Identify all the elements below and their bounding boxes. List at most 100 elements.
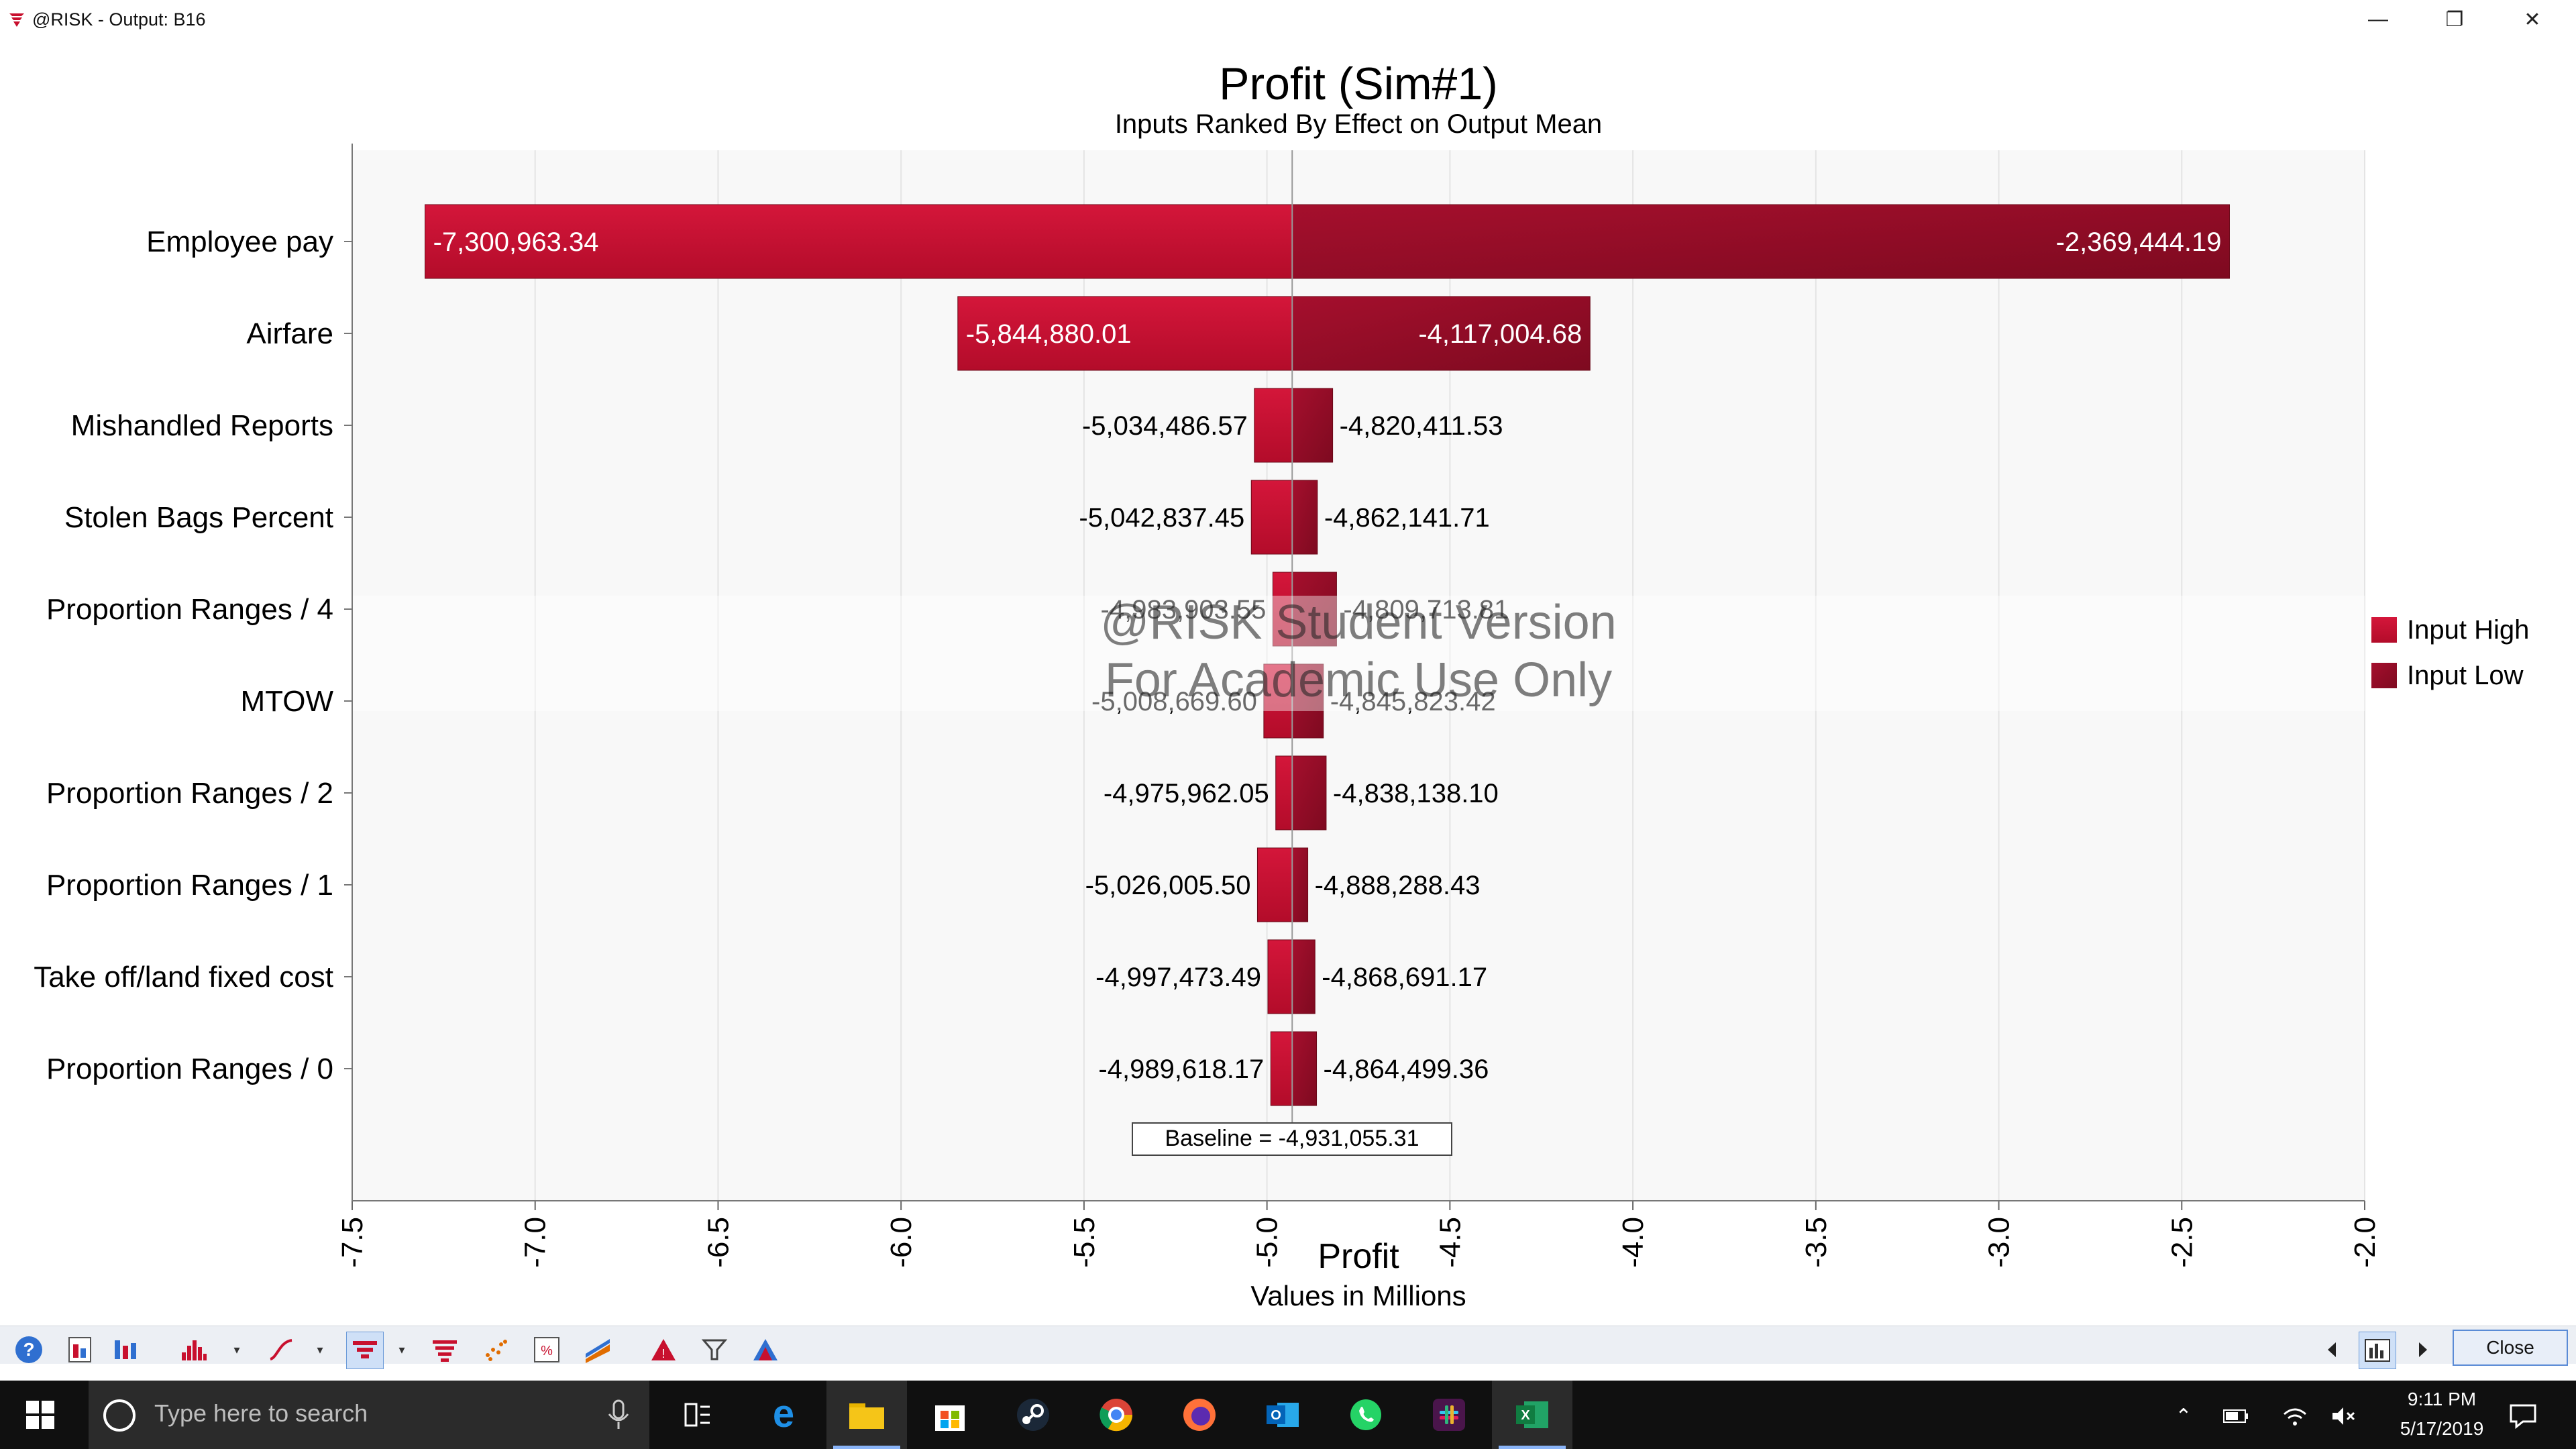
microphone-icon[interactable] [605,1399,632,1432]
baseline-box: Baseline = -4,931,055.31 [1132,1122,1452,1156]
tornado-dropdown-icon[interactable]: ▾ [393,1332,411,1368]
window-title: @RISK - Output: B16 [32,9,206,30]
svg-text:?: ? [23,1339,34,1360]
baseline-label: Baseline = -4,931,055.31 [1165,1126,1419,1151]
next-arrow-icon[interactable] [2404,1332,2440,1368]
tornado-icon[interactable] [346,1332,384,1369]
clock-date[interactable]: 5/17/2019 [2375,1418,2509,1440]
category-label: Employee pay [146,225,333,258]
trend-icon[interactable] [580,1332,616,1368]
x-tick-label: -3.5 [1800,1217,1833,1268]
watermark: @RISK Student Version For Academic Use O… [352,596,2365,711]
x-tick-label: -6.5 [702,1217,735,1268]
bar-segment-low [1291,480,1318,555]
warning-icon[interactable]: ! [645,1332,682,1368]
steam-icon[interactable] [993,1381,1073,1449]
bar-low-value-label: -5,844,880.01 [966,319,1132,349]
chrome-icon[interactable] [1076,1381,1157,1449]
x-tick-label: -4.0 [1617,1217,1650,1268]
legend-label-high: Input High [2407,615,2529,645]
bar-segment-low [1291,1031,1318,1106]
file-explorer-icon[interactable] [826,1381,907,1449]
toolbar: ? ▾ ▾ ▾ % ! [0,1326,2576,1369]
tornado-chart: Profit (Sim#1) Inputs Ranked By Effect o… [34,58,2529,1311]
bar-low-value-label: -5,034,486.57 [1082,411,1248,441]
help-icon[interactable]: ? [11,1332,47,1368]
close-button[interactable]: Close [2453,1330,2568,1366]
task-view-icon[interactable] [657,1381,738,1449]
bar-segment-high [1270,1031,1293,1106]
x-axis-units: Values in Millions [1250,1280,1466,1311]
category-label: Proportion Ranges / 1 [46,869,333,902]
report-icon[interactable] [62,1332,98,1368]
volume-muted-icon[interactable] [2325,1398,2361,1434]
line-graph-icon[interactable] [263,1332,299,1368]
watermark-line-2: For Academic Use Only [1105,653,1612,707]
active-indicator [833,1446,900,1449]
legend: Input High Input Low [2371,615,2529,690]
spider-icon[interactable] [427,1332,463,1368]
outlook-icon[interactable]: O [1242,1381,1323,1449]
percentile-icon[interactable]: % [529,1332,565,1368]
bar-segment-high [1254,388,1293,463]
svg-text:%: % [541,1344,553,1358]
bar-segment-high [1275,755,1293,830]
battery-icon[interactable] [2218,1398,2254,1434]
category-label: Proportion Ranges / 4 [46,593,333,626]
title-bar: @RISK - Output: B16 — ❐ ✕ [0,0,2576,39]
window-close-button[interactable]: ✕ [2496,0,2569,39]
bar-high-value-label: -2,369,444.19 [2056,227,2222,257]
scatter-icon[interactable] [478,1332,514,1368]
bar-high-value-label: -4,868,691.17 [1322,963,1487,992]
filter-icon[interactable] [696,1332,733,1368]
bar-segment-low [1291,755,1327,830]
edge-icon[interactable]: e [743,1381,824,1449]
bar-segment-low [1291,388,1334,463]
x-axis-title: Profit [1318,1237,1399,1276]
chart-icon[interactable] [107,1332,144,1368]
line-graph-dropdown-icon[interactable]: ▾ [311,1332,329,1368]
search-icon [103,1399,136,1432]
category-label: Airfare [246,317,333,350]
bar-low-value-label: -5,026,005.50 [1085,871,1251,900]
tray-chevron-icon[interactable]: ⌃ [2165,1398,2202,1434]
svg-text:X: X [1521,1408,1530,1423]
svg-text:O: O [1271,1408,1281,1423]
x-tick-label: -5.0 [1251,1217,1284,1268]
legend-label-low: Input Low [2407,661,2524,690]
x-tick-label: -5.5 [1068,1217,1101,1268]
chart-subtitle: Inputs Ranked By Effect on Output Mean [1115,109,1602,139]
minimize-button[interactable]: — [2341,0,2415,39]
svg-text:e: e [773,1395,794,1435]
wifi-icon[interactable] [2277,1398,2313,1434]
bar-low-value-label: -4,997,473.49 [1095,963,1261,992]
maximize-button[interactable]: ❐ [2418,0,2491,39]
store-icon[interactable] [910,1381,990,1449]
risk-logo-icon [9,13,24,27]
bar-low-value-label: -4,989,618.17 [1098,1055,1264,1084]
watermark-line-1: @RISK Student Version [1100,596,1617,649]
category-label: Stolen Bags Percent [64,501,333,534]
chart-view-icon[interactable] [2359,1332,2396,1369]
bar-high-value-label: -4,117,004.68 [1418,319,1582,349]
bar-low-value-label: -5,042,837.45 [1079,503,1244,533]
category-label: Proportion Ranges / 2 [46,777,333,810]
search-placeholder: Type here to search [154,1399,368,1427]
mountain-icon[interactable] [747,1332,784,1368]
histogram-dropdown-icon[interactable]: ▾ [228,1332,246,1368]
histogram-icon[interactable] [176,1332,212,1368]
firefox-icon[interactable] [1159,1381,1240,1449]
x-tick-label: -2.5 [2165,1217,2198,1268]
bar-high-value-label: -4,820,411.53 [1340,411,1503,441]
excel-icon[interactable]: X [1492,1381,1572,1449]
clock-time[interactable]: 9:11 PM [2375,1389,2509,1410]
bar-high-value-label: -4,864,499.36 [1324,1055,1489,1084]
category-label: Proportion Ranges / 0 [46,1053,333,1085]
slack-icon[interactable] [1409,1381,1489,1449]
x-tick-label: -7.0 [519,1217,552,1268]
whatsapp-icon[interactable] [1326,1381,1406,1449]
previous-arrow-icon[interactable] [2314,1332,2351,1368]
start-button[interactable] [0,1381,80,1449]
notifications-icon[interactable] [2505,1398,2541,1434]
bar-segment-high [1250,480,1293,555]
